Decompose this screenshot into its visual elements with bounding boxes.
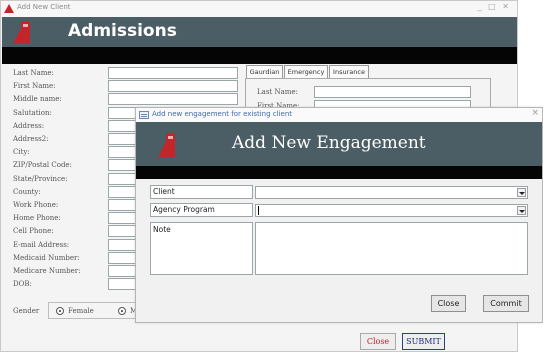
window-titlebar: Add New Client _ □ ✕ — [1, 1, 517, 17]
form-label: Medicaid Number: — [13, 254, 80, 262]
form-label: DOB: — [13, 280, 32, 288]
form-label: First Name: — [13, 82, 56, 90]
form-label: State/Province: — [13, 175, 68, 183]
radio-female[interactable] — [56, 307, 64, 315]
form-label: Middle name: — [13, 95, 62, 103]
form-label: City: — [13, 148, 30, 156]
radio-female-label: Female — [68, 307, 94, 315]
logo-icon — [158, 133, 175, 157]
dialog-title: Add new engagement for existing client — [152, 110, 293, 118]
gender-label: Gender — [13, 307, 40, 315]
form-label: Cell Phone: — [13, 227, 54, 235]
form-input[interactable] — [108, 93, 238, 105]
dropdown-arrow-icon[interactable] — [517, 206, 526, 215]
form-label: Home Phone: — [13, 214, 61, 222]
commit-button[interactable]: Commit — [483, 295, 529, 312]
dialog-titlebar: Add new engagement for existing client × — [136, 108, 542, 122]
form-label: Salutation: — [13, 109, 52, 117]
form-label: ZIP/Postal Code: — [13, 161, 72, 169]
form-input[interactable] — [108, 80, 238, 92]
form-label: Medicare Number: — [13, 267, 81, 275]
agency-program-select[interactable] — [255, 204, 528, 217]
gender-radio-group: Female M — [48, 302, 144, 319]
engagement-title: Add New Engagement — [232, 133, 426, 153]
text-caret — [258, 206, 259, 215]
window-controls[interactable]: _ □ ✕ — [478, 2, 511, 11]
header-divider-bar — [136, 166, 542, 179]
form-label: Work Phone: — [13, 201, 59, 209]
add-engagement-dialog: Add new engagement for existing client ×… — [135, 107, 543, 323]
form-label: E-mail Address: — [13, 241, 70, 249]
app-icon — [4, 4, 14, 13]
form-label: Address: — [13, 122, 45, 130]
form-label: Address2: — [13, 135, 49, 143]
logo-icon — [13, 21, 30, 43]
tab-emergency[interactable]: Emergency — [284, 65, 328, 79]
form-label: County: — [13, 188, 41, 196]
close-icon[interactable]: × — [531, 108, 539, 118]
header-divider-bar — [2, 47, 517, 64]
note-label: Note — [150, 222, 253, 275]
client-select[interactable] — [255, 186, 528, 199]
admissions-header: Admissions — [2, 17, 517, 47]
form-input[interactable] — [108, 67, 238, 79]
close-button[interactable]: Close — [360, 333, 396, 350]
window-icon — [139, 111, 149, 119]
engagement-header: Add New Engagement — [136, 122, 542, 166]
dropdown-arrow-icon[interactable] — [517, 188, 526, 197]
window-title: Add New Client — [17, 3, 71, 11]
client-label: Client — [150, 185, 253, 199]
guardian-last-name-label: Last Name: — [257, 88, 298, 96]
form-label: Last Name: — [13, 69, 54, 77]
submit-button[interactable]: SUBMIT — [402, 333, 445, 350]
header-title: Admissions — [68, 21, 177, 41]
close-button[interactable]: Close — [431, 295, 466, 312]
guardian-last-name-input[interactable] — [314, 86, 471, 98]
note-textarea[interactable] — [255, 222, 528, 275]
tab-insurance[interactable]: Insurance — [329, 65, 369, 79]
radio-male[interactable] — [118, 307, 126, 315]
agency-program-label: Agency Program — [150, 203, 253, 217]
tab-gaurdian[interactable]: Gaurdian — [246, 65, 283, 79]
